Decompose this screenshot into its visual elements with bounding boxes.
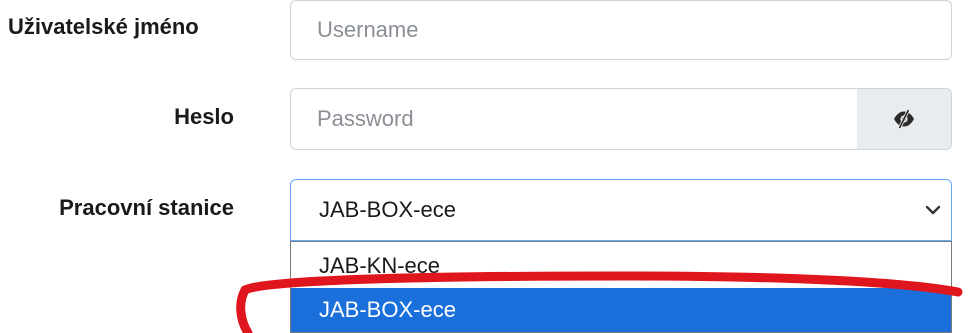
workstation-dropdown-list: JAB-KN-ece JAB-BOX-ece (290, 241, 952, 333)
chevron-down-icon (925, 205, 941, 215)
workstation-option[interactable]: JAB-KN-ece (291, 244, 951, 288)
workstation-select[interactable]: JAB-BOX-ece (290, 179, 952, 241)
username-input[interactable]: Username (290, 0, 952, 60)
workstation-option-highlighted[interactable]: JAB-BOX-ece (291, 288, 951, 332)
password-label: Heslo (174, 104, 234, 129)
username-label: Uživatelské jméno (8, 14, 199, 39)
eye-slash-icon (894, 109, 914, 129)
password-input[interactable]: Password (290, 88, 858, 150)
login-form: Uživatelské jméno Username Heslo Passwor… (0, 0, 970, 333)
password-placeholder: Password (317, 106, 414, 131)
workstation-label: Pracovní stanice (59, 195, 234, 220)
show-password-button[interactable] (857, 88, 952, 150)
username-placeholder: Username (317, 17, 419, 42)
workstation-selected-value: JAB-BOX-ece (319, 197, 456, 222)
